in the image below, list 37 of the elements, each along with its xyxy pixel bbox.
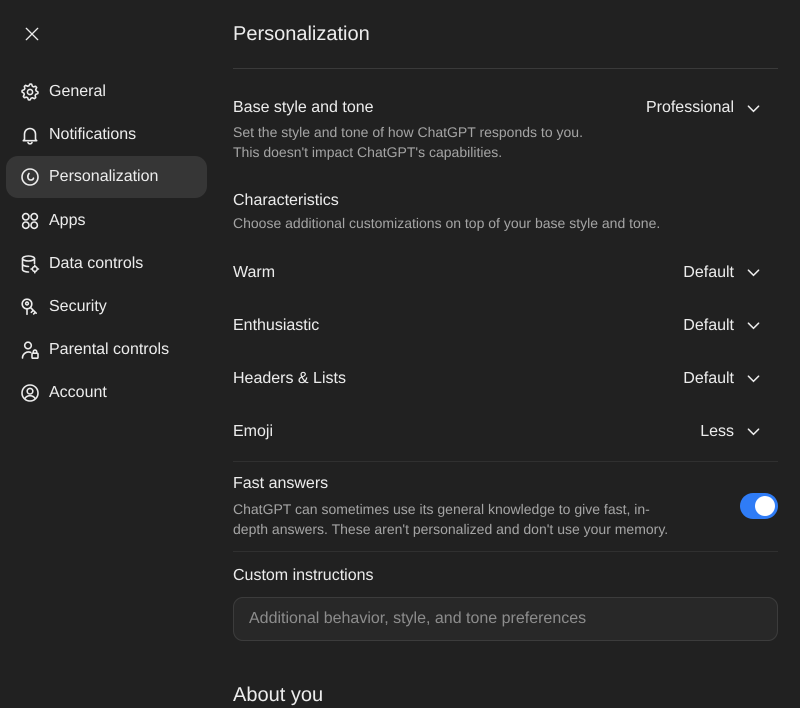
sidebar-item[interactable]: Data controls <box>6 242 207 285</box>
setting-label: Headers & Lists <box>233 368 347 388</box>
four-circles-icon <box>20 210 40 230</box>
person-lock-icon <box>20 340 40 360</box>
dropdown-button[interactable]: Less <box>690 420 778 442</box>
setting-description: ChatGPT can sometimes use its general knowledge to give fast, in-depth answers. These aren't personalized and don't use your memory. <box>233 500 670 539</box>
dropdown-button[interactable]: Default <box>673 314 778 336</box>
gear-icon <box>20 82 40 102</box>
dropdown-button[interactable]: Professional <box>636 97 778 119</box>
key-icon <box>20 296 40 316</box>
sidebar-item[interactable]: Account <box>6 371 207 414</box>
dropdown-button[interactable]: Default <box>673 368 778 390</box>
page-title: Personalization <box>233 20 778 69</box>
sidebar-item[interactable]: Security <box>6 285 207 328</box>
sidebar-item[interactable]: General <box>6 70 207 113</box>
dropdown-button[interactable]: Default <box>673 262 778 284</box>
close-icon <box>25 27 39 41</box>
setting-label: Enthusiastic <box>233 316 320 336</box>
circle-swirl-icon <box>20 167 40 187</box>
database-gear-icon <box>20 254 40 274</box>
setting-label: Characteristics <box>233 191 340 211</box>
setting-description: Set the style and tone of how ChatGPT responds to you. This doesn't impact ChatGPT's capabilities. <box>233 123 584 162</box>
user-circle-icon <box>20 382 40 402</box>
sidebar-item[interactable]: Personalization <box>6 156 207 198</box>
setting-label: Base style and tone <box>233 98 375 118</box>
sidebar-item[interactable]: Apps <box>6 199 207 242</box>
toggle-switch[interactable] <box>740 493 778 519</box>
setting-label: Fast answers <box>233 474 330 494</box>
setting-label: Emoji <box>233 422 274 442</box>
section-title: About you <box>233 683 324 707</box>
text-input-field[interactable]: Additional behavior, style, and tone preferences <box>233 597 778 641</box>
sidebar-item[interactable]: Notifications <box>6 113 207 156</box>
setting-description: Choose additional customizations on top of your base style and tone. <box>233 214 662 233</box>
sidebar-item[interactable]: Parental controls <box>6 328 207 371</box>
setting-label: Custom instructions <box>233 566 374 586</box>
bell-icon <box>20 124 40 144</box>
setting-label: Warm <box>233 262 276 282</box>
